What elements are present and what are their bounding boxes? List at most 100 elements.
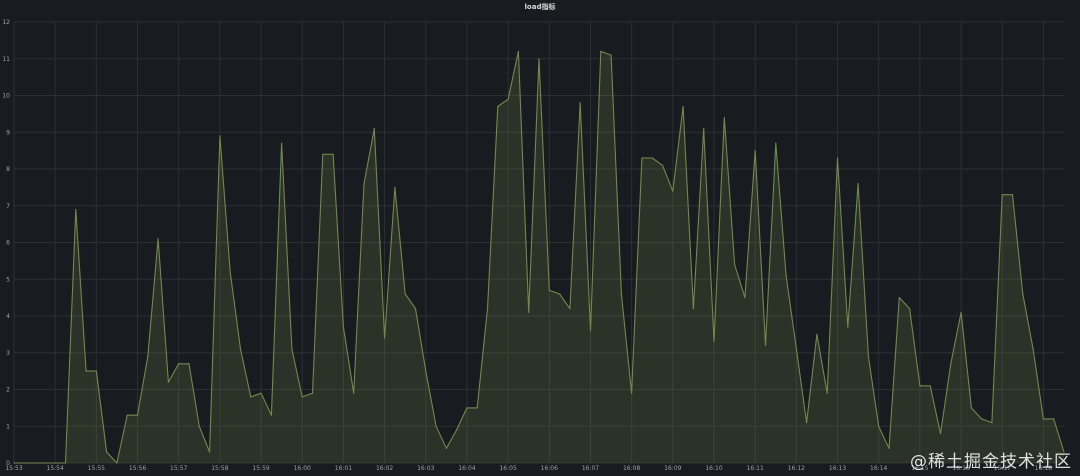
x-tick-label: 16:13 — [829, 465, 846, 472]
data-point — [147, 355, 149, 358]
data-point — [281, 142, 283, 144]
x-tick-label: 16:07 — [582, 465, 599, 472]
data-point — [528, 311, 530, 313]
data-point — [867, 355, 870, 358]
y-tick-label: 10 — [2, 93, 10, 100]
data-point — [806, 421, 808, 424]
x-tick-label: 15:58 — [211, 465, 228, 472]
x-tick-label: 15:54 — [47, 465, 64, 472]
data-point — [404, 293, 406, 295]
data-point — [239, 348, 242, 350]
y-tick-label: 6 — [6, 240, 10, 247]
data-point — [888, 447, 890, 449]
data-point — [826, 392, 828, 394]
data-point — [373, 127, 375, 130]
x-tick-label: 16:08 — [623, 465, 640, 472]
y-tick-label: 12 — [2, 19, 10, 26]
data-point — [229, 271, 231, 273]
data-point — [939, 433, 942, 435]
x-tick-label: 16:11 — [747, 465, 764, 472]
y-tick-label: 7 — [6, 203, 10, 210]
data-point — [764, 344, 767, 346]
data-point — [631, 392, 633, 394]
data-point — [1011, 194, 1014, 196]
data-point — [456, 429, 458, 431]
data-point — [1022, 293, 1024, 295]
y-tick-label: 9 — [6, 129, 10, 136]
data-point — [991, 421, 993, 424]
data-point — [610, 54, 612, 56]
data-point — [126, 414, 128, 416]
data-point — [64, 462, 67, 464]
data-point — [414, 308, 417, 310]
x-tick-label: 16:06 — [541, 465, 558, 472]
data-point — [301, 396, 303, 398]
data-point — [558, 293, 561, 295]
data-point — [620, 293, 622, 295]
data-point — [929, 385, 931, 387]
data-point — [878, 425, 880, 427]
x-tick-label: 15:57 — [170, 465, 187, 472]
data-point — [54, 462, 56, 464]
data-point — [970, 407, 972, 409]
data-point — [847, 326, 849, 328]
data-point — [538, 58, 540, 60]
data-point — [744, 297, 746, 299]
x-tick-label: 16:09 — [664, 465, 681, 472]
data-point — [136, 414, 139, 416]
data-point — [692, 308, 695, 310]
data-point — [33, 462, 36, 464]
data-point — [836, 157, 839, 159]
data-point — [435, 425, 437, 427]
data-point — [723, 116, 725, 119]
data-point — [816, 333, 818, 335]
data-point — [589, 330, 592, 332]
data-point — [1032, 348, 1034, 350]
data-point — [342, 326, 345, 328]
y-tick-label: 8 — [6, 166, 10, 173]
data-point — [188, 363, 190, 365]
data-point — [13, 462, 15, 464]
data-point — [898, 297, 900, 299]
y-tick-label: 11 — [2, 56, 10, 63]
data-point — [775, 142, 777, 144]
x-tick-label: 16:14 — [870, 465, 887, 472]
x-tick-label: 15:56 — [129, 465, 146, 472]
series-area — [14, 51, 1064, 464]
x-tick-label: 16:01 — [335, 465, 352, 472]
data-point — [641, 157, 643, 159]
x-tick-label: 15:53 — [5, 465, 22, 472]
y-tick-label: 4 — [6, 313, 10, 320]
x-tick-label: 16:05 — [499, 465, 516, 472]
data-point — [713, 341, 715, 343]
data-point — [795, 348, 797, 350]
data-point — [497, 105, 499, 108]
data-point — [353, 392, 355, 394]
data-point — [1042, 418, 1045, 420]
data-point — [733, 263, 736, 266]
data-point — [311, 392, 314, 394]
data-point — [919, 385, 921, 387]
x-tick-label: 15:59 — [252, 465, 269, 472]
x-tick-label: 16:00 — [294, 465, 311, 472]
data-point — [672, 190, 674, 192]
data-point — [198, 425, 200, 427]
data-point — [85, 370, 87, 372]
data-point — [219, 135, 221, 137]
data-point — [1053, 418, 1055, 420]
data-point — [208, 451, 211, 453]
data-point — [425, 370, 427, 372]
load-chart[interactable]: 012345678910111215:53 15:54 15:55 15:56 15:5… — [0, 0, 1080, 476]
data-point — [291, 348, 293, 350]
data-point — [260, 392, 262, 394]
data-point — [486, 308, 489, 310]
data-point — [250, 396, 252, 398]
data-point — [785, 274, 787, 277]
data-point — [106, 451, 108, 453]
data-point — [75, 208, 77, 211]
data-point — [363, 183, 365, 185]
data-point — [981, 418, 983, 420]
data-point — [116, 462, 118, 464]
watermark: @稀土掘金技术社区 — [910, 452, 1072, 472]
data-point — [600, 50, 602, 53]
